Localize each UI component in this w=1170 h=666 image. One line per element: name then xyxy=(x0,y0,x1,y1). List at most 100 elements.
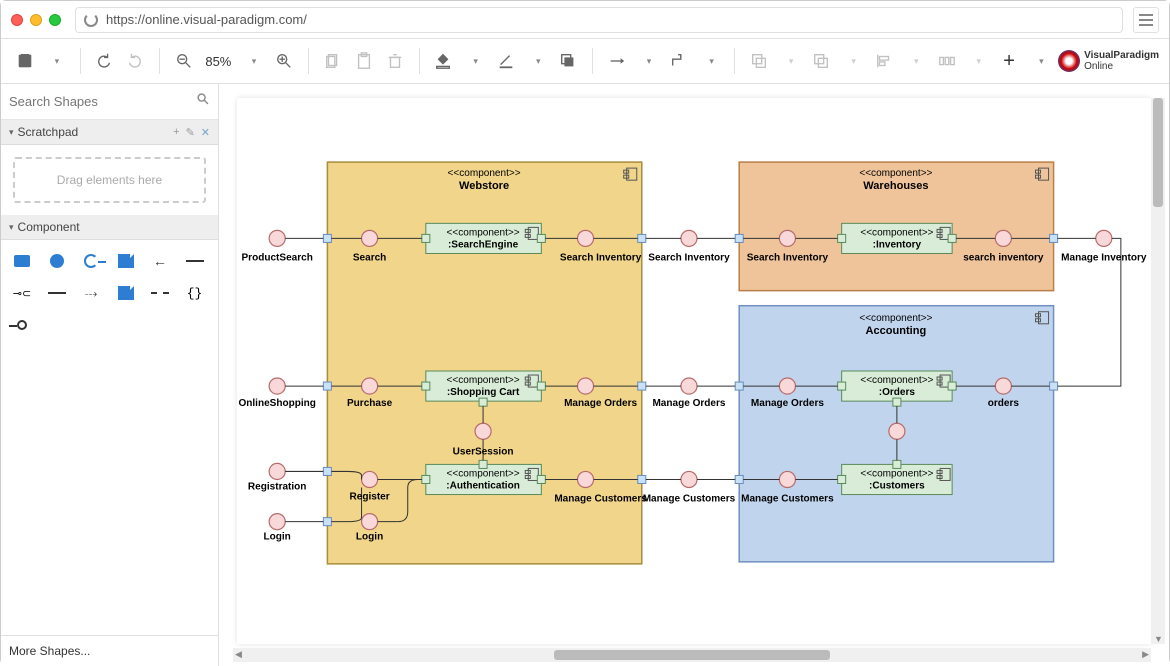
close-window-button[interactable] xyxy=(11,14,23,26)
brand-name: VisualParadigm xyxy=(1084,50,1159,61)
sidebar: ▾ Scratchpad + ✎ ✕ Drag elements here ▾ … xyxy=(1,84,219,666)
shape-dependency-arrow[interactable]: ⤏ xyxy=(80,282,102,304)
zoom-out-button[interactable] xyxy=(170,47,197,75)
to-front-button[interactable] xyxy=(745,47,772,75)
shape-package[interactable] xyxy=(115,250,137,272)
back-dropdown[interactable] xyxy=(839,47,866,75)
component-customers[interactable]: <<component>> :Customers xyxy=(838,460,953,494)
svg-text:Manage Orders: Manage Orders xyxy=(652,398,725,409)
vertical-scrollbar[interactable]: ▲ ▼ xyxy=(1151,98,1165,644)
hamburger-menu-button[interactable] xyxy=(1133,7,1159,33)
zoom-in-button[interactable] xyxy=(271,47,298,75)
shape-artifact[interactable] xyxy=(115,282,137,304)
refresh-icon[interactable] xyxy=(84,13,98,27)
line-color-button[interactable] xyxy=(492,47,519,75)
line-color-dropdown[interactable] xyxy=(524,47,551,75)
svg-text:Registration: Registration xyxy=(248,482,307,493)
scratchpad-dropzone[interactable]: Drag elements here xyxy=(13,157,206,203)
diagram-canvas[interactable]: <<component>> Webstore <<component>> War… xyxy=(237,98,1151,644)
shape-open-arrow[interactable]: ← xyxy=(149,250,171,272)
svg-text:<<component>>: <<component>> xyxy=(860,227,933,238)
svg-text:Warehouses: Warehouses xyxy=(863,180,928,192)
chevron-down-icon: ▾ xyxy=(9,222,14,233)
svg-text:ProductSearch: ProductSearch xyxy=(241,253,312,264)
svg-text:orders: orders xyxy=(988,398,1020,409)
svg-text::Shopping Cart: :Shopping Cart xyxy=(447,387,520,398)
add-button[interactable]: + xyxy=(995,47,1022,75)
search-icon[interactable] xyxy=(196,92,210,111)
svg-text::Orders: :Orders xyxy=(879,387,916,398)
more-shapes-button[interactable]: More Shapes... xyxy=(1,635,218,666)
svg-text::SearchEngine: :SearchEngine xyxy=(448,239,519,250)
svg-text:UserSession: UserSession xyxy=(453,446,514,457)
front-dropdown[interactable] xyxy=(776,47,803,75)
add-dropdown[interactable] xyxy=(1027,47,1054,75)
shape-constraint[interactable]: {} xyxy=(184,282,206,304)
shape-component[interactable] xyxy=(11,250,33,272)
svg-text:<<component>>: <<component>> xyxy=(859,313,932,324)
zoom-dropdown[interactable] xyxy=(239,47,266,75)
distribute-dropdown[interactable] xyxy=(964,47,991,75)
shape-association[interactable] xyxy=(46,282,68,304)
svg-text:Manage Customers: Manage Customers xyxy=(741,494,834,505)
scratchpad-edit-icon[interactable]: ✎ xyxy=(186,126,195,139)
shadow-button[interactable] xyxy=(555,47,582,75)
component-search-engine[interactable]: <<component>> :SearchEngine xyxy=(422,223,546,253)
svg-text:<<component>>: <<component>> xyxy=(860,375,933,386)
component-header[interactable]: ▾ Component xyxy=(1,215,218,240)
shape-provided[interactable]: ⊸⊂ xyxy=(11,282,33,304)
shape-interface-ball[interactable] xyxy=(46,250,68,272)
minimize-window-button[interactable] xyxy=(30,14,42,26)
fill-dropdown[interactable] xyxy=(461,47,488,75)
scratchpad-header[interactable]: ▾ Scratchpad + ✎ ✕ xyxy=(1,120,218,145)
svg-text:Manage Orders: Manage Orders xyxy=(751,398,824,409)
component-orders[interactable]: <<component>> :Orders xyxy=(838,371,957,406)
zoom-level[interactable]: 85% xyxy=(201,54,235,69)
connector-style-button[interactable] xyxy=(603,47,630,75)
scratchpad-add-icon[interactable]: + xyxy=(173,126,179,139)
maximize-window-button[interactable] xyxy=(49,14,61,26)
paste-button[interactable] xyxy=(350,47,377,75)
svg-text:<<component>>: <<component>> xyxy=(859,168,932,179)
waypoint-button[interactable] xyxy=(666,47,693,75)
svg-text:Login: Login xyxy=(356,532,383,543)
shape-line[interactable] xyxy=(184,250,206,272)
svg-text:<<component>>: <<component>> xyxy=(860,468,933,479)
align-dropdown[interactable] xyxy=(902,47,929,75)
svg-text:search inventory: search inventory xyxy=(963,253,1044,264)
svg-text:<<component>>: <<component>> xyxy=(447,468,520,479)
svg-text:Manage Customers: Manage Customers xyxy=(554,494,647,505)
fill-color-button[interactable] xyxy=(430,47,457,75)
to-back-button[interactable] xyxy=(808,47,835,75)
component-title: Component xyxy=(18,220,80,234)
brand-logo[interactable]: VisualParadigmOnline xyxy=(1058,50,1159,72)
distribute-button[interactable] xyxy=(933,47,960,75)
svg-text:Search Inventory: Search Inventory xyxy=(560,253,642,264)
waypoint-dropdown[interactable] xyxy=(697,47,724,75)
search-shapes-input[interactable] xyxy=(9,94,196,109)
url-bar[interactable]: https://online.visual-paradigm.com/ xyxy=(75,7,1123,33)
svg-text:Search: Search xyxy=(353,253,386,264)
component-shopping-cart[interactable]: <<component>> :Shopping Cart xyxy=(422,371,546,406)
component-authentication[interactable]: <<component>> :Authentication xyxy=(422,460,546,494)
save-dropdown[interactable] xyxy=(42,47,69,75)
connector-dropdown[interactable] xyxy=(634,47,661,75)
align-button[interactable] xyxy=(870,47,897,75)
brand-sub: Online xyxy=(1084,61,1113,72)
delete-button[interactable] xyxy=(381,47,408,75)
shape-lollipop[interactable] xyxy=(11,314,33,336)
hamburger-icon xyxy=(1139,14,1153,26)
component-inventory[interactable]: <<component>> :Inventory xyxy=(838,223,957,253)
svg-text:Accounting: Accounting xyxy=(866,325,927,337)
shape-required-interface[interactable] xyxy=(80,250,102,272)
svg-text::Authentication: :Authentication xyxy=(446,481,520,492)
horizontal-scrollbar[interactable]: ◀ ▶ xyxy=(233,648,1151,662)
save-button[interactable] xyxy=(11,47,38,75)
copy-button[interactable] xyxy=(319,47,346,75)
svg-text:<<component>>: <<component>> xyxy=(447,227,520,238)
shape-dashed[interactable] xyxy=(149,282,171,304)
scratchpad-close-icon[interactable]: ✕ xyxy=(201,126,210,139)
redo-button[interactable] xyxy=(122,47,149,75)
svg-text:Purchase: Purchase xyxy=(347,398,393,409)
undo-button[interactable] xyxy=(91,47,118,75)
